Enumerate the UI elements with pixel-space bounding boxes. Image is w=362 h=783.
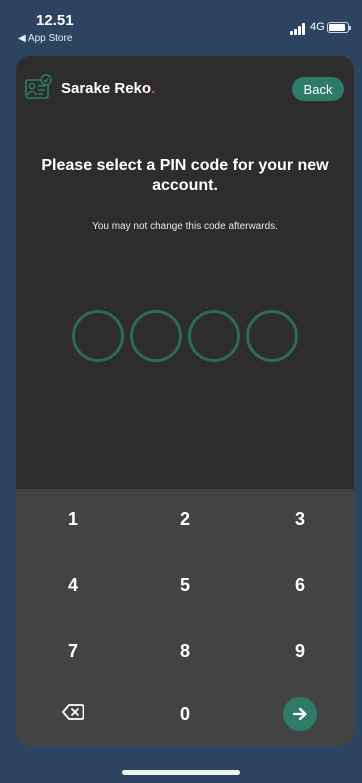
signal-icon (290, 23, 308, 35)
status-time: 12.51 (36, 12, 74, 29)
pin-digit-slot (72, 310, 124, 362)
pin-digit-slot (130, 310, 182, 362)
back-to-app-store-link[interactable]: ◀ App Store (18, 33, 72, 44)
id-card-logo-icon (25, 74, 53, 102)
back-button[interactable]: Back (292, 77, 344, 101)
brand-dot: . (151, 80, 156, 97)
key-6[interactable]: 6 (260, 563, 340, 607)
pin-setup-card: Sarake Reko. Back Please select a PIN co… (16, 56, 354, 746)
page-title: Please select a PIN code for your new ac… (41, 157, 329, 194)
key-9[interactable]: 9 (260, 629, 340, 673)
pin-digit-slot (188, 310, 240, 362)
key-2[interactable]: 2 (145, 497, 225, 541)
arrow-right-icon (283, 697, 317, 731)
key-8[interactable]: 8 (145, 629, 225, 673)
brand-name: Sarake Reko. (61, 80, 155, 97)
key-3[interactable]: 3 (260, 497, 340, 541)
home-indicator[interactable] (122, 770, 240, 775)
numeric-keypad: 1 2 3 4 5 6 7 8 9 0 (16, 489, 354, 746)
key-5[interactable]: 5 (145, 563, 225, 607)
key-4[interactable]: 4 (33, 563, 113, 607)
backspace-icon (62, 703, 85, 725)
key-7[interactable]: 7 (33, 629, 113, 673)
backspace-button[interactable] (33, 692, 113, 736)
pin-indicator (72, 310, 302, 364)
battery-icon (327, 22, 351, 33)
brand-name-text: Sarake Reko (61, 80, 152, 97)
key-1[interactable]: 1 (33, 497, 113, 541)
network-type: 4G (310, 21, 325, 33)
status-bar: 12.51 ◀ App Store 4G (0, 0, 362, 50)
submit-button[interactable] (260, 692, 340, 736)
pin-digit-slot (246, 310, 298, 362)
key-0[interactable]: 0 (145, 692, 225, 736)
page-subtitle: You may not change this code afterwards. (92, 221, 278, 232)
